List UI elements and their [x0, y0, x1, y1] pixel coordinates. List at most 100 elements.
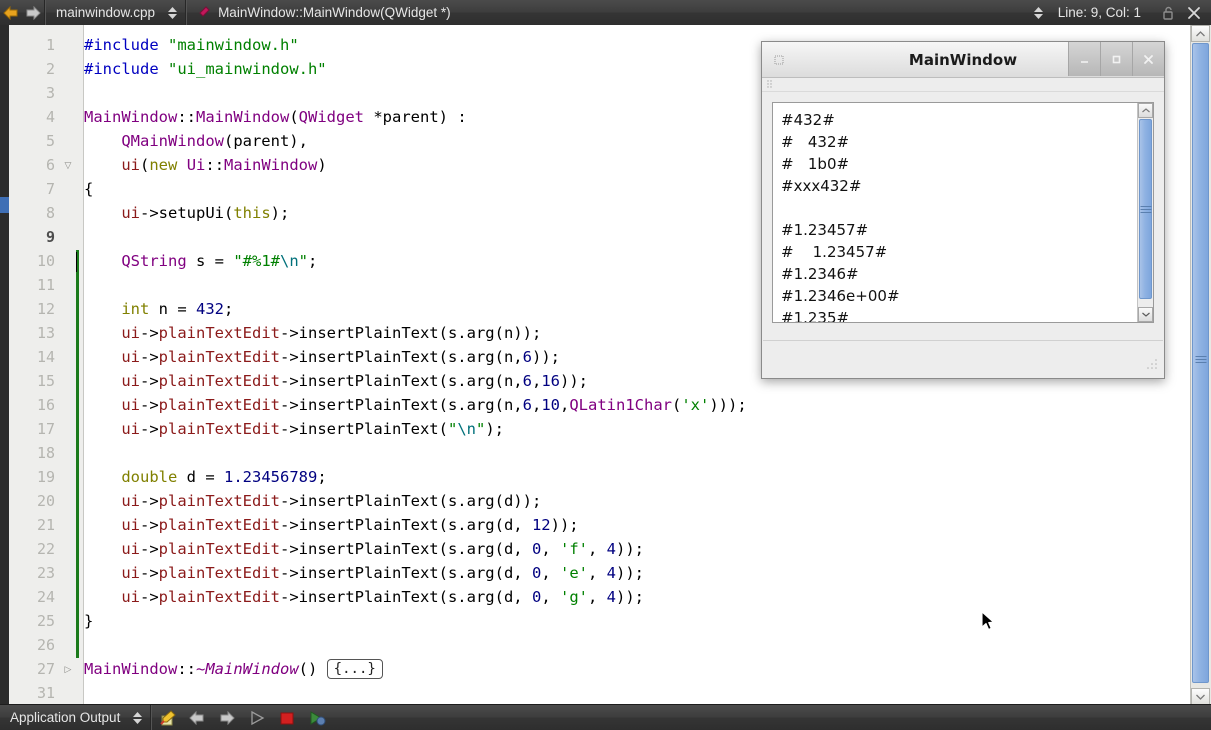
- scroll-grip-icon: [1195, 354, 1206, 365]
- line-number: 21: [36, 516, 55, 534]
- code-line[interactable]: [84, 441, 93, 465]
- line-number: 31: [36, 684, 55, 702]
- line-number: 13: [36, 324, 55, 342]
- code-line[interactable]: [84, 81, 93, 105]
- code-line[interactable]: ui->plainTextEdit->insertPlainText(s.arg…: [84, 369, 588, 393]
- plain-text-edit[interactable]: #432# # 432# # 1b0# #xxx432# #1.23457# #…: [772, 102, 1154, 323]
- fold-toggle-icon[interactable]: ▽: [61, 153, 75, 177]
- line-number: 24: [36, 588, 55, 606]
- line-number: 14: [36, 348, 55, 366]
- line-number: 5: [45, 132, 55, 150]
- maximize-button[interactable]: [1100, 42, 1132, 76]
- code-line[interactable]: ui->plainTextEdit->insertPlainText(s.arg…: [84, 537, 644, 561]
- dialog-status-bar: [763, 340, 1163, 377]
- dialog-toolbar-area: [762, 78, 1164, 92]
- toolbar-handle-icon[interactable]: [767, 77, 772, 92]
- file-selector-spinner-icon[interactable]: [163, 0, 181, 25]
- code-line[interactable]: ui->plainTextEdit->insertPlainText(s.arg…: [84, 345, 560, 369]
- modified-line-marker: [76, 250, 79, 658]
- mainwindow-dialog[interactable]: MainWindow #432# # 432# # 1b0# #xxx432# …: [761, 41, 1165, 379]
- output-pane-toolbar: Application Output: [0, 704, 1211, 730]
- plain-text-edit-scroll-thumb[interactable]: [1139, 119, 1152, 299]
- code-line[interactable]: [84, 633, 93, 657]
- line-number: 1: [45, 36, 55, 54]
- ide-window: mainwindow.cpp MainWindow::MainWindow(QW…: [0, 0, 1211, 730]
- code-line[interactable]: QMainWindow(parent),: [84, 129, 308, 153]
- scroll-up-icon[interactable]: [1191, 25, 1210, 42]
- editor-toolbar: mainwindow.cpp MainWindow::MainWindow(QW…: [0, 0, 1211, 26]
- code-line[interactable]: }: [84, 609, 93, 633]
- editor-scroll-thumb[interactable]: [1192, 43, 1209, 683]
- line-number: 2: [45, 60, 55, 78]
- unlocked-icon[interactable]: [1155, 0, 1181, 25]
- line-number: 9: [45, 228, 55, 246]
- output-pane-spinner-icon[interactable]: [128, 705, 146, 730]
- line-number: 26: [36, 636, 55, 654]
- code-line[interactable]: [84, 681, 93, 705]
- stop-icon[interactable]: [272, 705, 302, 730]
- code-line[interactable]: ui(new Ui::MainWindow): [84, 153, 326, 177]
- plain-text-edit-content: #432# # 432# # 1b0# #xxx432# #1.23457# #…: [781, 111, 900, 323]
- code-line[interactable]: MainWindow::MainWindow(QWidget *parent) …: [84, 105, 467, 129]
- scroll-up-icon[interactable]: [1138, 103, 1153, 118]
- dialog-window-buttons: [1068, 42, 1164, 77]
- code-line[interactable]: ui->plainTextEdit->insertPlainText(s.arg…: [84, 489, 541, 513]
- line-number-gutter[interactable]: 1 2 3 4 5 6 7 8 9 10 11 12 13 14 15 16 17 18 19 20 21 22 23 24 2…: [9, 25, 84, 705]
- line-number: 23: [36, 564, 55, 582]
- code-line[interactable]: QString s = "#%1#\n";: [84, 249, 317, 273]
- file-selector-label: mainwindow.cpp: [56, 5, 156, 20]
- forward-arrow-icon[interactable]: [22, 0, 44, 25]
- next-item-icon[interactable]: [212, 705, 242, 730]
- clear-output-icon[interactable]: [152, 705, 182, 730]
- output-pane-label[interactable]: Application Output: [0, 710, 120, 725]
- code-line[interactable]: ui->plainTextEdit->insertPlainText(s.arg…: [84, 393, 746, 417]
- plain-text-edit-scrollbar[interactable]: [1137, 103, 1153, 322]
- line-number: 12: [36, 300, 55, 318]
- line-number: 22: [36, 540, 55, 558]
- line-number: 11: [36, 276, 55, 294]
- line-number: 7: [45, 180, 55, 198]
- line-col-spinner-icon[interactable]: [1030, 0, 1048, 25]
- symbol-selector-label: MainWindow::MainWindow(QWidget *): [218, 5, 451, 20]
- class-symbol-icon: [197, 4, 211, 21]
- file-selector-combo[interactable]: mainwindow.cpp: [46, 0, 155, 25]
- code-line[interactable]: double d = 1.23456789;: [84, 465, 326, 489]
- code-line[interactable]: ui->setupUi(this);: [84, 201, 289, 225]
- code-line[interactable]: ui->plainTextEdit->insertPlainText(s.arg…: [84, 585, 644, 609]
- code-line[interactable]: int n = 432;: [84, 297, 233, 321]
- code-line[interactable]: {: [84, 177, 93, 201]
- scroll-down-icon[interactable]: [1191, 688, 1210, 705]
- code-line[interactable]: #include "mainwindow.h": [84, 33, 299, 57]
- line-number: 18: [36, 444, 55, 462]
- prev-item-icon[interactable]: [182, 705, 212, 730]
- code-line[interactable]: ui->plainTextEdit->insertPlainText(s.arg…: [84, 561, 644, 585]
- code-line[interactable]: MainWindow::~MainWindow() {...}: [84, 657, 383, 681]
- back-arrow-icon[interactable]: [0, 0, 22, 25]
- symbol-selector-combo[interactable]: MainWindow::MainWindow(QWidget *): [187, 0, 451, 25]
- toolbar-right-group: Line: 9, Col: 1: [1022, 0, 1211, 25]
- scroll-grip-icon: [1140, 204, 1151, 215]
- editor-vertical-scrollbar[interactable]: [1190, 25, 1211, 705]
- resize-grip-icon[interactable]: [1146, 358, 1158, 373]
- code-line[interactable]: ui->plainTextEdit->insertPlainText(s.arg…: [84, 513, 578, 537]
- line-number: 25: [36, 612, 55, 630]
- code-line[interactable]: ui->plainTextEdit->insertPlainText(s.arg…: [84, 321, 541, 345]
- dialog-body: #432# # 432# # 1b0# #xxx432# #1.23457# #…: [762, 92, 1164, 323]
- attach-debugger-icon[interactable]: [302, 705, 332, 730]
- minimize-button[interactable]: [1068, 42, 1100, 76]
- line-number: 10: [36, 252, 55, 270]
- code-line[interactable]: [84, 225, 93, 249]
- run-icon: [242, 705, 272, 730]
- close-button[interactable]: [1132, 42, 1164, 76]
- scroll-down-icon[interactable]: [1138, 307, 1153, 322]
- fold-toggle-icon[interactable]: ▷: [61, 657, 75, 681]
- code-line[interactable]: #include "ui_mainwindow.h": [84, 57, 327, 81]
- dialog-title-bar[interactable]: MainWindow: [762, 42, 1164, 78]
- close-icon[interactable]: [1181, 0, 1207, 25]
- line-number: 27: [36, 660, 55, 678]
- line-number: 3: [45, 84, 55, 102]
- code-line[interactable]: [84, 273, 93, 297]
- text-cursor: [76, 252, 77, 272]
- code-line[interactable]: ui->plainTextEdit->insertPlainText("\n")…: [84, 417, 504, 441]
- line-number: 15: [36, 372, 55, 390]
